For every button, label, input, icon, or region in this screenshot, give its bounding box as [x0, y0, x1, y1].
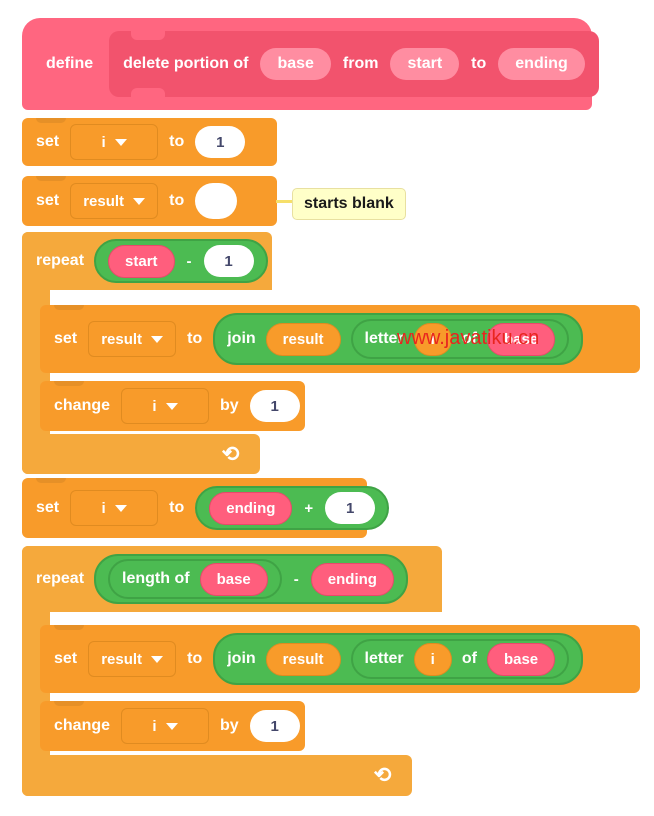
variable-ending[interactable]: ending — [209, 491, 293, 525]
custom-block-prototype[interactable]: delete portion of base from start to end… — [109, 31, 599, 97]
variable-ending[interactable]: ending — [310, 562, 394, 596]
variable-start[interactable]: start — [108, 244, 175, 278]
chevron-down-icon — [114, 504, 127, 512]
comment-text: starts blank — [304, 195, 394, 212]
chevron-down-icon — [165, 722, 178, 730]
variable-dropdown-label: i — [101, 499, 106, 517]
set-i-to-ending-plus-1-block[interactable]: set i to ending + 1 — [22, 478, 390, 538]
loop-arrow-icon: ⟳ — [222, 442, 240, 466]
letter-keyword: letter — [364, 650, 404, 667]
join-keyword: join — [227, 330, 256, 347]
by-keyword: by — [220, 397, 239, 414]
join-operator-block[interactable]: join result letter i of base — [213, 313, 584, 365]
chevron-down-icon — [151, 655, 164, 663]
set-i-to-1-block[interactable]: set i to 1 — [22, 118, 277, 166]
variable-dropdown-label: i — [152, 397, 157, 415]
set-keyword: set — [54, 330, 78, 347]
chevron-down-icon — [133, 197, 146, 205]
prototype-param-start[interactable]: start — [390, 48, 460, 80]
to-keyword: to — [169, 133, 185, 150]
set-keyword: set — [36, 133, 60, 150]
variable-dropdown-label: result — [83, 192, 125, 210]
change-amount-input[interactable]: 1 — [249, 390, 300, 422]
variable-base[interactable]: base — [486, 642, 556, 676]
variable-i[interactable]: i — [413, 322, 452, 356]
change-keyword: change — [54, 717, 111, 734]
repeat-2-footer: ⟳ — [22, 755, 412, 796]
to-keyword: to — [187, 650, 203, 667]
of-keyword: of — [461, 650, 477, 667]
join-keyword: join — [227, 650, 256, 667]
subtract-operator-block[interactable]: length of base - ending — [94, 554, 408, 604]
to-keyword: to — [169, 192, 185, 209]
minus-operator-symbol: - — [186, 252, 192, 270]
repeat-keyword: repeat — [36, 252, 85, 269]
set-keyword: set — [36, 192, 60, 209]
change-i-by-1-block-1[interactable]: change i by 1 — [40, 381, 305, 431]
variable-dropdown-i[interactable]: i — [121, 388, 210, 424]
define-keyword: define — [46, 55, 94, 72]
variable-result[interactable]: result — [265, 322, 341, 356]
repeat-keyword: repeat — [36, 570, 85, 587]
by-keyword: by — [220, 717, 239, 734]
letter-keyword: letter — [364, 330, 404, 347]
add-operator-block[interactable]: ending + 1 — [195, 486, 390, 530]
subtract-operator-block[interactable]: start - 1 — [94, 239, 268, 283]
set-result-join-block-2[interactable]: set result to join result letter i of ba… — [40, 625, 640, 693]
join-operator-block[interactable]: join result letter i of base — [213, 633, 584, 685]
loop-arrow-icon: ⟳ — [374, 764, 392, 787]
letter-of-operator-block[interactable]: letter i of base — [350, 319, 570, 359]
value-input-blank[interactable] — [195, 183, 238, 219]
letter-of-operator-block[interactable]: letter i of base — [350, 639, 570, 679]
prototype-param-ending[interactable]: ending — [498, 48, 585, 80]
set-result-blank-block[interactable]: set result to — [22, 176, 277, 226]
subtract-operand-input[interactable]: 1 — [203, 245, 254, 277]
variable-dropdown-result[interactable]: result — [88, 321, 177, 357]
comment-connector-line — [276, 200, 292, 203]
value-input-1[interactable]: 1 — [195, 126, 246, 158]
variable-dropdown-i[interactable]: i — [70, 490, 159, 526]
variable-dropdown-i[interactable]: i — [121, 708, 210, 744]
variable-dropdown-result[interactable]: result — [88, 641, 177, 677]
variable-dropdown-label: result — [101, 650, 143, 668]
set-keyword: set — [36, 499, 60, 516]
add-operand-input[interactable]: 1 — [325, 492, 376, 524]
chevron-down-icon — [114, 138, 127, 146]
chevron-down-icon — [151, 335, 164, 343]
set-result-join-block-1[interactable]: set result to join result letter i of ba… — [40, 305, 640, 373]
variable-dropdown-label: i — [101, 133, 106, 151]
repeat-1-footer: ⟳ — [22, 434, 260, 474]
change-i-by-1-block-2[interactable]: change i by 1 — [40, 701, 305, 751]
variable-result[interactable]: result — [265, 642, 341, 676]
minus-operator-symbol: - — [293, 570, 299, 588]
define-hat-block[interactable]: define delete portion of base from start… — [22, 18, 599, 110]
to-keyword: to — [169, 499, 185, 516]
chevron-down-icon — [165, 402, 178, 410]
plus-operator-symbol: + — [304, 499, 314, 517]
prototype-label-part-1: delete portion of — [123, 55, 249, 72]
set-keyword: set — [54, 650, 78, 667]
variable-dropdown-label: result — [101, 330, 143, 348]
variable-dropdown-i[interactable]: i — [70, 124, 159, 160]
repeat-2-header[interactable]: repeat length of base - ending — [22, 546, 442, 612]
variable-i[interactable]: i — [413, 642, 452, 676]
repeat-1-header[interactable]: repeat start - 1 — [22, 232, 272, 290]
comment-starts-blank[interactable]: starts blank — [292, 188, 406, 220]
prototype-label-part-3: to — [471, 55, 487, 72]
prototype-label-part-2: from — [342, 55, 379, 72]
variable-dropdown-label: i — [152, 717, 157, 735]
variable-dropdown-result[interactable]: result — [70, 183, 159, 219]
variable-base[interactable]: base — [486, 322, 556, 356]
change-keyword: change — [54, 397, 111, 414]
prototype-param-base[interactable]: base — [260, 48, 331, 80]
of-keyword: of — [461, 330, 477, 347]
variable-base[interactable]: base — [199, 562, 268, 596]
length-of-operator-block[interactable]: length of base — [108, 559, 282, 599]
change-amount-input[interactable]: 1 — [249, 710, 300, 742]
to-keyword: to — [187, 330, 203, 347]
length-of-keyword: length of — [122, 570, 190, 587]
